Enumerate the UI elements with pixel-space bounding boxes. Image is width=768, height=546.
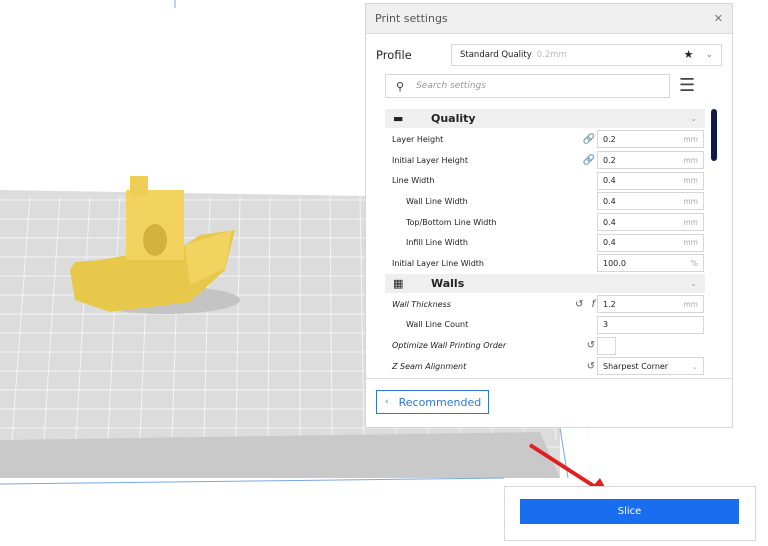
profile-value: Standard Quality xyxy=(460,49,532,60)
panel-titlebar: Print settings ✕ xyxy=(366,4,732,34)
setting-value: 0.4 xyxy=(603,238,616,248)
reset-icon[interactable]: ↺ xyxy=(575,299,583,310)
reset-icon[interactable]: ↺ xyxy=(587,361,595,372)
category-quality[interactable]: ▬ Quality ⌄ xyxy=(385,109,705,128)
setting-input[interactable]: 0.2 mm xyxy=(597,151,704,170)
link-icon[interactable]: 🔗 xyxy=(583,134,595,145)
setting-input[interactable]: 0.2 mm xyxy=(597,130,704,149)
close-icon[interactable]: ✕ xyxy=(714,12,723,25)
setting-unit: mm xyxy=(683,299,698,309)
formula-icon[interactable]: f xyxy=(591,299,595,310)
category-label: Walls xyxy=(431,276,465,290)
star-icon[interactable]: ★ xyxy=(684,48,694,61)
settings-list: ▬ Quality ⌄ Layer Height 🔗 0.2 mm Initial Layer… xyxy=(385,109,705,379)
chevron-down-icon: ⌄ xyxy=(705,49,713,60)
setting-unit: mm xyxy=(683,217,698,227)
divider xyxy=(366,378,732,379)
setting-input[interactable]: 0.4 mm xyxy=(597,192,704,211)
setting-label: Wall Line Count xyxy=(406,320,469,330)
build-plate-edge xyxy=(0,432,560,478)
setting-unit: mm xyxy=(683,134,698,144)
quality-bars-icon: ▬ xyxy=(393,112,404,125)
profile-select[interactable]: Standard Quality 0.2mm ★ ⌄ xyxy=(451,43,722,66)
setting-label: Initial Layer Height xyxy=(392,155,468,165)
setting-unit: mm xyxy=(683,196,698,206)
setting-value: 0.4 xyxy=(603,217,616,227)
setting-value: 100.0 xyxy=(603,258,626,268)
setting-value: 0.4 xyxy=(603,176,616,186)
link-icon[interactable]: 🔗 xyxy=(583,155,595,166)
print-settings-panel: Print settings ✕ Profile Standard Qualit… xyxy=(365,3,733,428)
setting-value: 0.2 xyxy=(603,134,616,144)
setting-row: Line Width 0.4 mm xyxy=(385,170,705,191)
setting-unit: mm xyxy=(683,176,698,186)
setting-value: 0.2 xyxy=(603,155,616,165)
chevron-down-icon: ⌄ xyxy=(690,278,697,288)
setting-row: Optimize Wall Printing Order ↺ xyxy=(385,335,705,356)
profile-layer-height: 0.2mm xyxy=(536,49,567,60)
search-placeholder: Search settings xyxy=(416,81,486,91)
recommended-label: Recommended xyxy=(398,395,482,409)
panel-title: Print settings xyxy=(375,12,448,25)
category-label: Quality xyxy=(431,112,476,125)
chevron-down-icon: ⌄ xyxy=(691,361,698,371)
chevron-down-icon: ⌄ xyxy=(690,114,697,123)
setting-label: Infill Line Width xyxy=(406,238,468,248)
setting-row: Wall Thickness ↺ f 1.2 mm xyxy=(385,294,705,315)
setting-row: Wall Line Width 0.4 mm xyxy=(385,191,705,212)
setting-row: Wall Line Count 3 xyxy=(385,315,705,336)
recommended-button[interactable]: ‹ Recommended xyxy=(376,390,489,414)
setting-row: Infill Line Width 0.4 mm xyxy=(385,232,705,253)
setting-value: Sharpest Corner xyxy=(603,361,669,371)
setting-label: Line Width xyxy=(392,176,435,186)
setting-value: 3 xyxy=(603,320,609,330)
search-input[interactable]: ⚲ Search settings xyxy=(385,74,670,98)
setting-unit: mm xyxy=(683,238,698,248)
search-icon: ⚲ xyxy=(396,79,405,93)
profile-label: Profile xyxy=(376,47,412,62)
setting-input[interactable]: 0.4 mm xyxy=(597,233,704,252)
setting-label: Wall Thickness xyxy=(392,299,451,309)
build-volume-edge xyxy=(0,477,505,485)
setting-row: Initial Layer Line Width 100.0% xyxy=(385,253,705,274)
setting-input[interactable]: 0.4 mm xyxy=(597,171,704,190)
setting-dropdown[interactable]: Sharpest Corner ⌄ xyxy=(597,357,704,376)
setting-unit: % xyxy=(690,258,698,268)
setting-label: Initial Layer Line Width xyxy=(392,258,484,268)
profile-row: Profile Standard Quality 0.2mm ★ ⌄ xyxy=(376,43,722,66)
setting-value: 0.4 xyxy=(603,196,616,206)
category-walls[interactable]: ▦ Walls ⌄ xyxy=(385,273,705,293)
setting-input[interactable]: 0.4 mm xyxy=(597,213,704,232)
setting-row: Top/Bottom Line Width 0.4 mm xyxy=(385,212,705,233)
setting-checkbox[interactable] xyxy=(597,336,616,355)
setting-label: Optimize Wall Printing Order xyxy=(392,341,507,351)
walls-grid-icon: ▦ xyxy=(393,276,404,290)
setting-row: Layer Height 🔗 0.2 mm xyxy=(385,129,705,150)
setting-label: Layer Height xyxy=(392,134,444,144)
slice-button[interactable]: Slice xyxy=(520,499,739,524)
setting-row: Z Seam Alignment ↺ Sharpest Corner ⌄ xyxy=(385,356,705,377)
settings-menu-icon[interactable]: ☰ xyxy=(679,76,695,96)
setting-label: Wall Line Width xyxy=(406,196,468,206)
setting-row: Initial Layer Height 🔗 0.2 mm xyxy=(385,150,705,171)
setting-label: Z Seam Alignment xyxy=(392,361,467,371)
reset-icon[interactable]: ↺ xyxy=(587,340,595,351)
setting-input[interactable]: 3 xyxy=(597,315,704,334)
slice-panel: Slice xyxy=(504,486,756,541)
setting-unit: mm xyxy=(683,155,698,165)
setting-value: 1.2 xyxy=(603,299,616,309)
chevron-left-icon: ‹ xyxy=(385,397,389,407)
setting-input[interactable]: 1.2 mm xyxy=(597,295,704,314)
setting-input[interactable]: 100.0% xyxy=(597,254,704,273)
setting-label: Top/Bottom Line Width xyxy=(406,217,497,227)
scrollbar[interactable] xyxy=(711,109,717,161)
